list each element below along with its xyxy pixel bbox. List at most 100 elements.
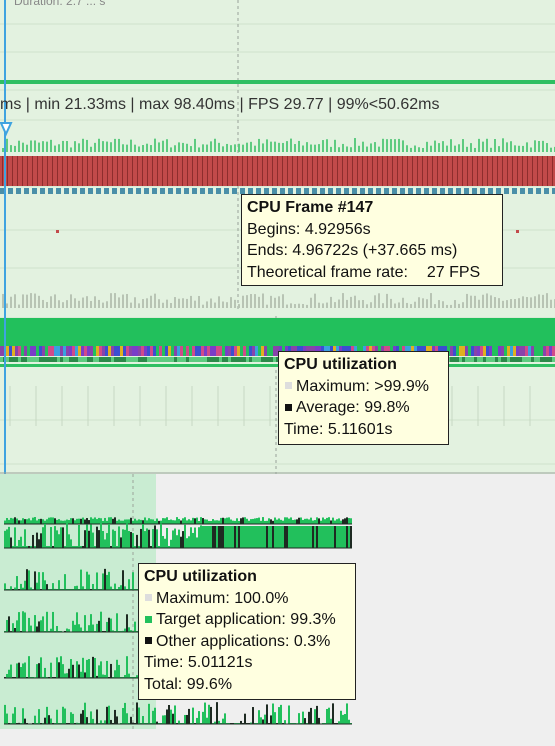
core-usage-bar — [54, 518, 56, 524]
core-target: Target application: 99.3% — [144, 609, 350, 631]
core-usage-bar — [332, 517, 334, 524]
sample-bar — [358, 300, 360, 308]
core-usage-bar — [28, 518, 30, 524]
core-usage-bar — [152, 529, 154, 548]
core-usage-bar — [32, 534, 34, 548]
core-usage-bar — [48, 517, 50, 524]
sample-bar — [154, 293, 156, 308]
core-usage-bar — [340, 526, 342, 548]
frame-divider — [422, 156, 423, 186]
gpu-frame — [176, 188, 181, 194]
thread-cell — [108, 346, 111, 356]
frame-ends: Ends: 4.96722s (+37.665 ms) — [247, 242, 458, 259]
gpu-frame — [16, 188, 21, 194]
core-usage-bar — [208, 526, 210, 548]
core-usage-bar — [214, 526, 216, 548]
thread-cell — [537, 357, 540, 362]
core-usage-bar — [146, 528, 148, 548]
thread-cell — [27, 346, 30, 356]
frame-bar — [442, 141, 444, 152]
core-usage-bar — [82, 586, 84, 590]
sample-bar — [298, 303, 300, 308]
core-usage-bar — [350, 526, 352, 548]
frame-bar — [530, 147, 532, 152]
sample-bar — [306, 304, 308, 308]
core-usage-bar — [188, 536, 190, 548]
core-usage-bar — [66, 628, 68, 632]
core-usage-bar — [228, 526, 230, 548]
thread-cell — [81, 346, 84, 356]
core-usage-bar — [328, 517, 330, 524]
thread-cell — [57, 357, 60, 362]
core-usage-bar — [28, 617, 30, 632]
core-usage-bar — [202, 518, 204, 524]
frame-bar — [518, 145, 520, 152]
frame-divider — [232, 156, 233, 186]
thread-cell — [468, 357, 471, 362]
thread-cell — [459, 346, 462, 356]
thread-cell — [189, 346, 192, 356]
core-usage-bar — [84, 519, 86, 524]
thread-cell — [147, 346, 150, 356]
frame-divider — [537, 156, 538, 186]
gpu-frame — [96, 188, 101, 194]
core-usage-bar — [12, 518, 14, 524]
frame-bar — [478, 138, 480, 152]
core-usage-bar — [12, 713, 14, 724]
core-usage-bar — [154, 707, 156, 724]
core-usage-bar — [292, 526, 294, 548]
core-usage-bar — [102, 573, 104, 590]
sample-bar — [10, 296, 12, 308]
sample-bar — [374, 295, 376, 308]
cpu-utilization-title: CPU utilization — [284, 356, 397, 373]
sample-bar — [326, 302, 328, 308]
core-usage-bar — [88, 530, 90, 548]
thread-cell — [42, 357, 45, 362]
core-usage-bar — [106, 706, 108, 724]
frame-bar — [106, 141, 108, 152]
frame-divider — [242, 156, 243, 186]
core-usage-bar — [204, 702, 206, 724]
core-usage-bar — [328, 526, 330, 548]
core-usage-bar — [50, 517, 52, 524]
core-usage-bar — [34, 715, 36, 724]
core-usage-bar — [254, 526, 256, 548]
thread-cell — [192, 346, 195, 356]
frame-rate-value: 27 FPS — [426, 263, 481, 281]
frame-divider — [412, 156, 413, 186]
timeline-marker-icon[interactable] — [0, 120, 14, 142]
thread-cell — [456, 357, 459, 362]
core-usage-bar — [60, 520, 62, 524]
core-usage-bar — [70, 659, 72, 678]
core-usage-bar — [14, 628, 16, 632]
cpu-utilization-tooltip: CPU utilization Maximum: >99.9% Average:… — [278, 351, 449, 445]
frame-bar — [550, 147, 552, 152]
thread-cell — [231, 346, 234, 356]
thread-cell — [540, 357, 543, 362]
thread-cell — [273, 346, 276, 356]
core-usage-bar — [336, 526, 338, 548]
cpu-maximum: Maximum: >99.9% — [284, 376, 443, 398]
core-usage-bar — [110, 618, 112, 632]
core-usage-bar — [92, 624, 94, 632]
sample-bar — [234, 299, 236, 308]
frame-bar — [310, 144, 312, 152]
frame-divider — [347, 156, 348, 186]
core-usage-bar — [236, 518, 238, 524]
core-usage-bar — [8, 616, 10, 632]
sample-bar — [14, 294, 16, 308]
core-usage-bar — [18, 612, 20, 632]
frame-bar — [62, 140, 64, 152]
thread-cell — [174, 346, 177, 356]
sample-bar — [494, 297, 496, 308]
thread-cell — [93, 346, 96, 356]
thread-cell — [471, 346, 474, 356]
frame-bar — [214, 138, 216, 152]
core-usage-bar — [242, 517, 244, 524]
core-usage-bar — [300, 526, 302, 548]
core-usage-bar — [344, 518, 346, 524]
frame-divider — [337, 156, 338, 186]
core-usage-bar — [76, 518, 78, 524]
frame-divider — [257, 156, 258, 186]
core-usage-bar — [98, 517, 100, 524]
